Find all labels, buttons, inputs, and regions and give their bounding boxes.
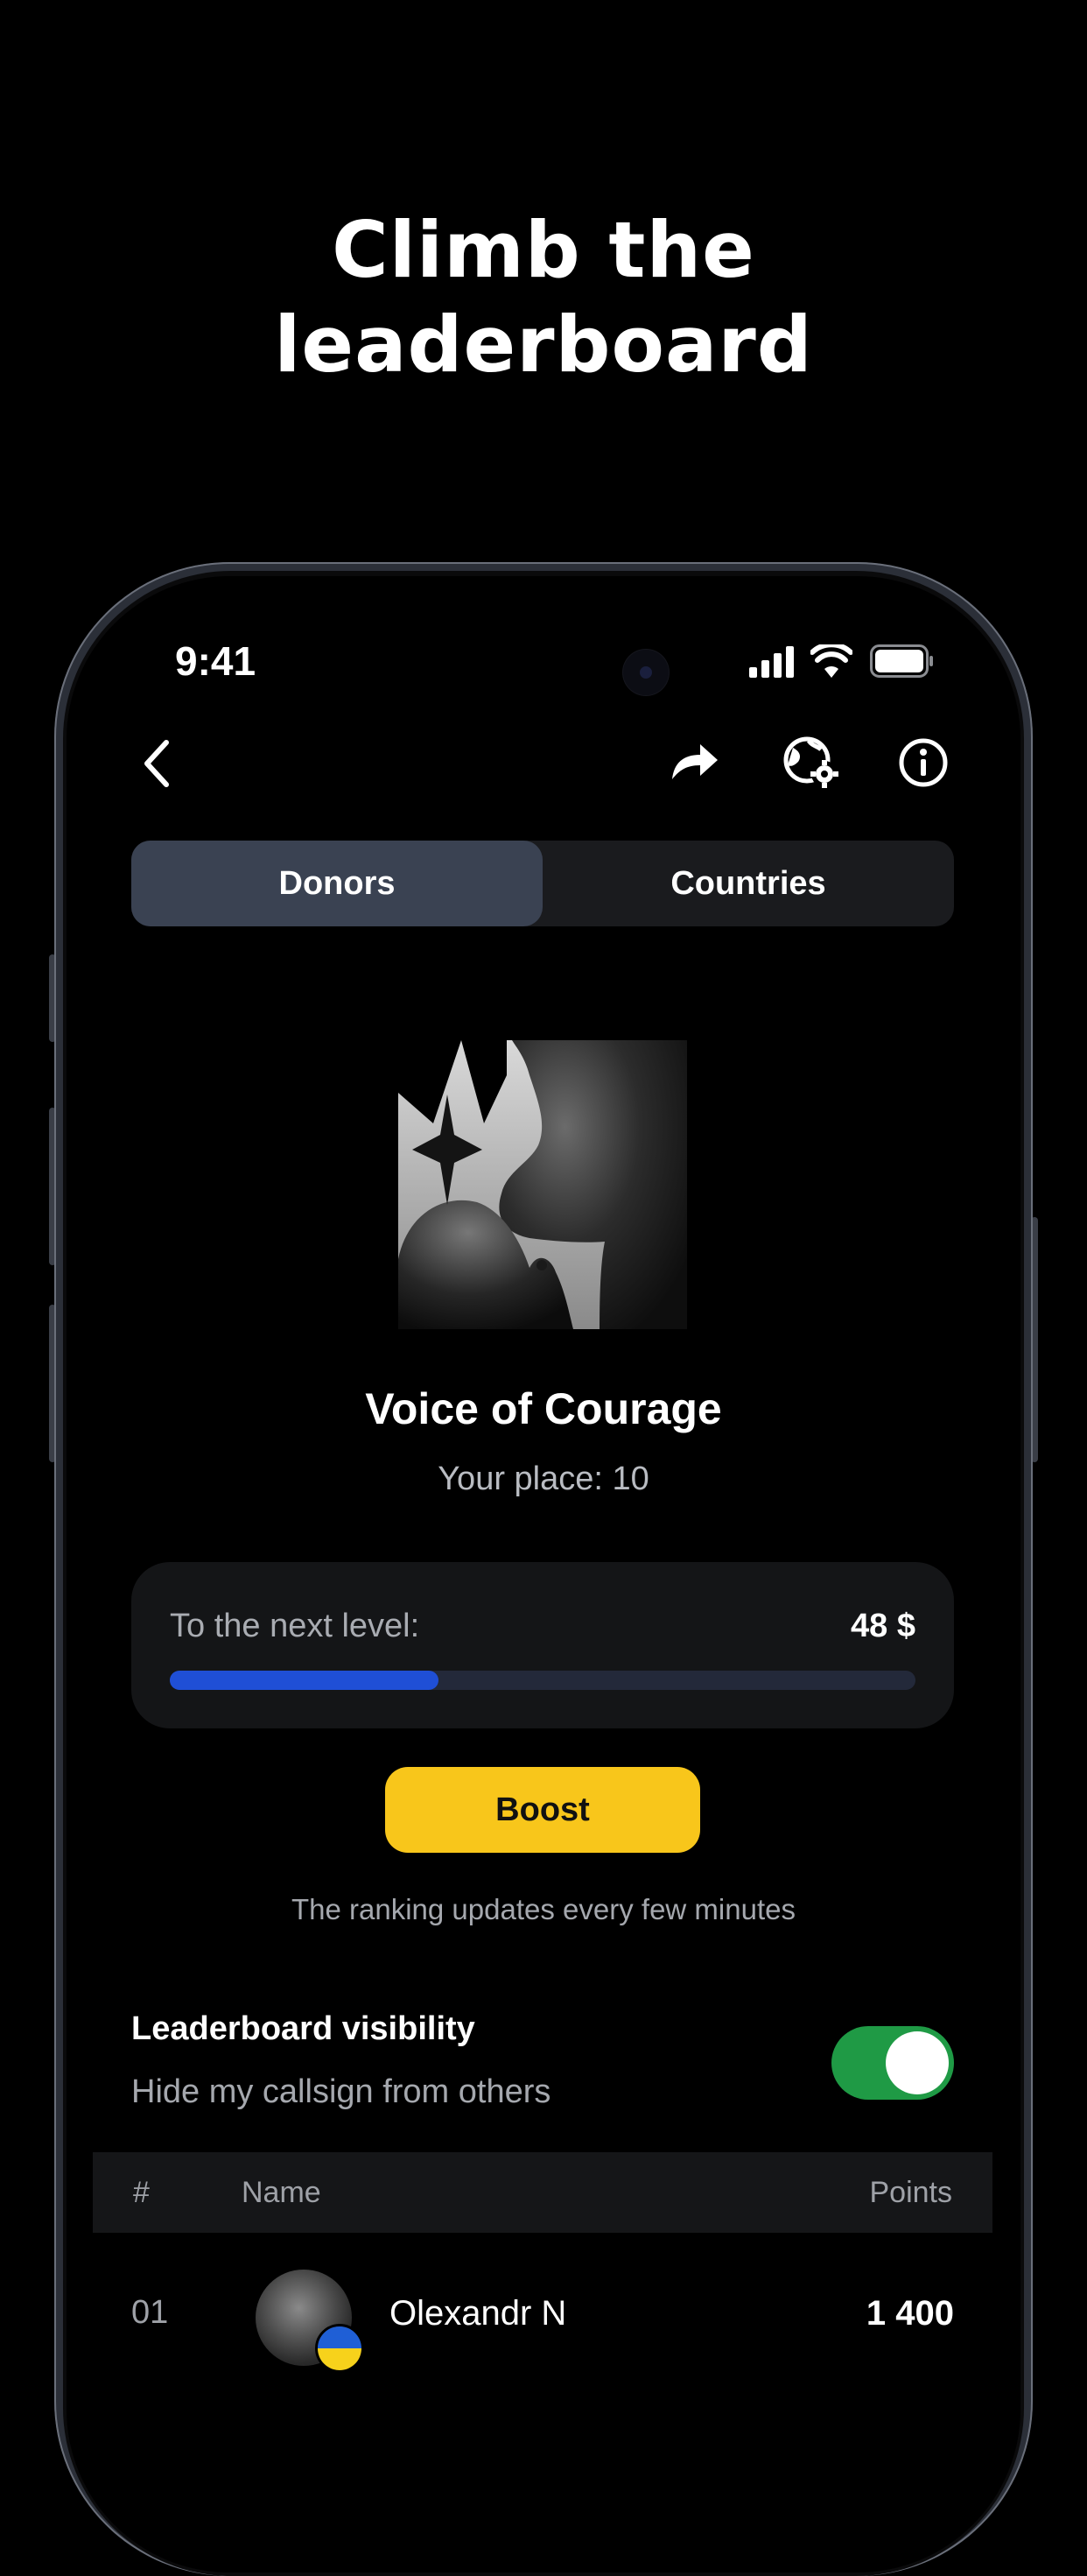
toggle-knob [886,2031,949,2094]
battery-icon [870,644,933,678]
level-progress-fill [170,1671,438,1690]
tab-donors[interactable]: Donors [131,841,543,926]
next-level-label: To the next level: [170,1608,420,1644]
front-camera [623,650,669,695]
visibility-toggle[interactable] [831,2026,954,2100]
leaderboard-table-header: # Name Points [93,2152,992,2233]
signal-icon [749,646,794,678]
level-title: Voice of Courage [365,1384,722,1433]
leaderboard-tabs: Donors Countries [131,841,954,926]
user-place: Your place: 10 [438,1460,649,1497]
column-rank: # [133,2176,150,2209]
back-chevron-icon[interactable] [140,737,175,790]
ranking-update-note: The ranking updates every few minutes [291,1893,796,1925]
row-points: 1 400 [866,2294,954,2333]
visibility-subtitle: Hide my callsign from others [131,2073,551,2110]
next-level-amount: 48 $ [851,1608,915,1644]
share-arrow-icon[interactable] [669,737,719,783]
next-level-card: To the next level: 48 $ [131,1562,954,1728]
column-name: Name [242,2176,321,2209]
tab-countries[interactable]: Countries [543,841,954,926]
level-progress-bar [170,1671,915,1690]
row-name: Olexandr N [389,2294,567,2333]
info-icon[interactable] [898,737,949,788]
wifi-icon [810,644,852,678]
row-rank: 01 [131,2294,169,2331]
promo-headline: Climb the leaderboard [0,203,1087,392]
headline-line-2: leaderboard [274,299,813,390]
globe-settings-icon[interactable] [782,735,840,790]
level-badge-image [398,1040,687,1329]
boost-button[interactable]: Boost [385,1767,700,1853]
visibility-title: Leaderboard visibility [131,2010,475,2047]
ukraine-flag-icon [315,2324,364,2373]
headline-line-1: Climb the [332,205,755,295]
column-points: Points [869,2176,953,2209]
status-time: 9:41 [175,638,256,684]
